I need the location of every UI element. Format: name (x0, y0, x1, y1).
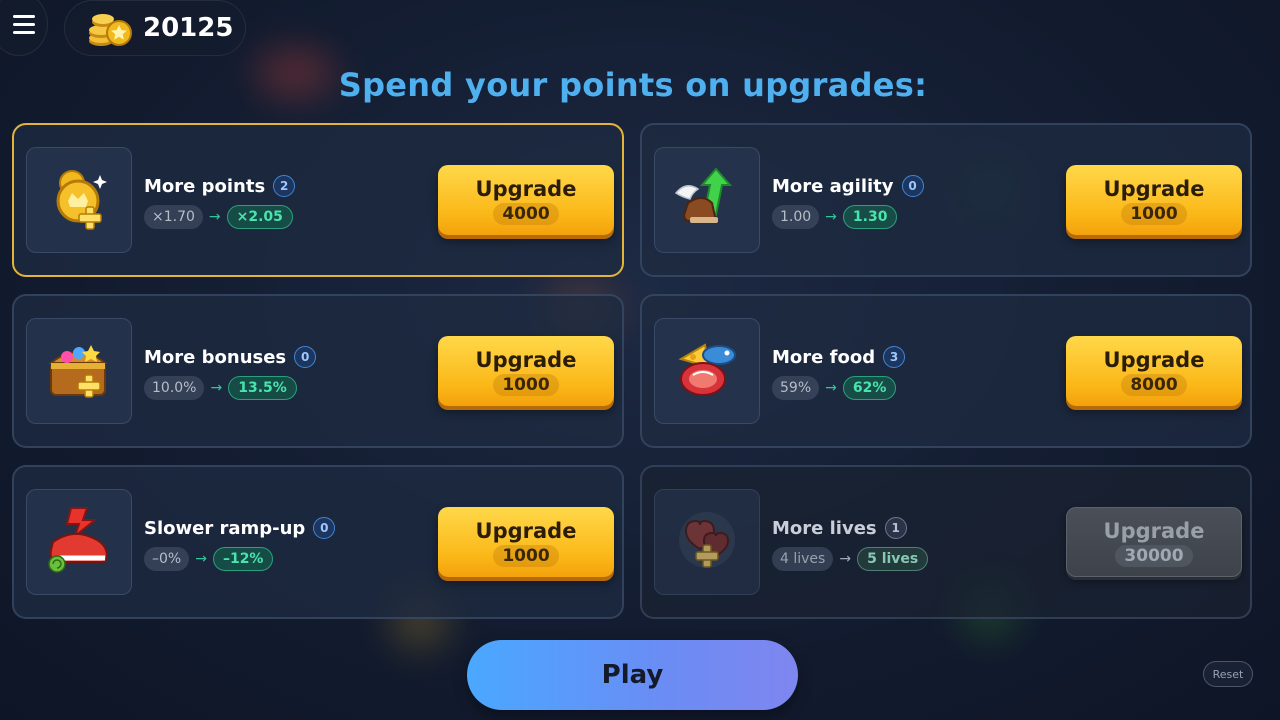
arrow-right-icon: → (208, 209, 221, 225)
upgrade-title: More bonuses (144, 346, 287, 368)
upgrade-button[interactable]: Upgrade 8000 (1066, 336, 1242, 406)
level-badge: 3 (883, 346, 906, 368)
hearts-plus-icon (672, 505, 742, 579)
level-badge: 0 (901, 175, 924, 197)
current-value: 1.00 (772, 205, 820, 229)
upgrade-card[interactable]: More lives 1 4 lives → 5 lives Upgrade 30000 (640, 465, 1252, 619)
level-badge: 2 (273, 175, 296, 197)
reset-button[interactable]: Reset (1203, 661, 1253, 687)
upgrade-label: Upgrade (1103, 176, 1205, 201)
upgrade-cost: 1000 (493, 544, 559, 567)
upgrade-label: Upgrade (475, 176, 577, 201)
upgrade-label: Upgrade (1103, 347, 1205, 372)
upgrade-button[interactable]: Upgrade 4000 (438, 165, 614, 235)
upgrade-icon-box (654, 318, 760, 424)
menu-button[interactable] (0, 0, 48, 56)
upgrade-icon-box (26, 489, 132, 595)
upgrade-title: More points (144, 175, 266, 197)
winged-boot-icon (672, 163, 742, 237)
upgrade-icon-box (654, 147, 760, 253)
current-value: 59% (772, 376, 820, 400)
next-value: ×2.05 (226, 205, 293, 229)
upgrade-cost: 1000 (1121, 202, 1187, 225)
upgrade-card[interactable]: More food 3 59% → 62% Upgrade 8000 (640, 294, 1252, 448)
hamburger-menu-icon (13, 14, 35, 34)
level-badge: 0 (313, 517, 336, 539)
upgrade-card[interactable]: More points 2 ×1.70 → ×2.05 Upgrade 4000 (12, 123, 624, 277)
arrow-right-icon: → (825, 209, 837, 225)
upgrade-icon-box (654, 489, 760, 595)
next-value: 62% (842, 376, 897, 400)
coin-count: 20125 (143, 13, 234, 43)
upgrade-title: Slower ramp-up (144, 517, 306, 539)
upgrade-title: More agility (772, 175, 894, 197)
level-badge: 0 (294, 346, 317, 368)
upgrade-label: Upgrade (475, 518, 577, 543)
next-value: 13.5% (228, 376, 297, 400)
current-value: ×1.70 (144, 205, 203, 229)
gold-coin-plus-icon (42, 161, 116, 239)
arrow-right-icon: → (210, 380, 223, 396)
upgrade-label: Upgrade (1103, 518, 1205, 543)
current-value: 4 lives (772, 547, 834, 571)
upgrade-card[interactable]: More bonuses 0 10.0% → 13.5% Upgrade 1000 (12, 294, 624, 448)
page-title: Spend your points on upgrades: (338, 66, 928, 104)
upgrade-title: More lives (772, 517, 877, 539)
upgrade-button: Upgrade 30000 (1066, 507, 1242, 577)
next-value: 5 lives (857, 547, 929, 571)
upgrade-card[interactable]: Slower ramp-up 0 –0% → –12% Upgrade 1000 (12, 465, 624, 619)
arrow-right-icon: → (825, 380, 837, 396)
red-sneaker-snail-icon (41, 502, 117, 582)
upgrade-button[interactable]: Upgrade 1000 (438, 507, 614, 577)
arrow-right-icon: → (195, 551, 207, 567)
upgrade-icon-box (26, 147, 132, 253)
gold-coins-icon (89, 14, 132, 46)
current-value: 10.0% (144, 376, 205, 400)
next-value: –12% (212, 547, 274, 571)
current-value: –0% (144, 547, 190, 571)
next-value: 1.30 (842, 205, 898, 229)
upgrade-cost: 1000 (493, 373, 559, 396)
play-label: Play (601, 660, 664, 690)
upgrade-title: More food (772, 346, 876, 368)
level-badge: 1 (884, 517, 907, 539)
treasure-chest-icon (43, 333, 115, 409)
upgrade-cost: 8000 (1121, 373, 1187, 396)
upgrade-button[interactable]: Upgrade 1000 (1066, 165, 1242, 235)
upgrade-cost: 4000 (493, 202, 559, 225)
coin-balance: 20125 (64, 0, 246, 56)
upgrade-button[interactable]: Upgrade 1000 (438, 336, 614, 406)
food-icon (671, 333, 743, 409)
upgrade-cost: 30000 (1115, 544, 1193, 567)
play-button[interactable]: Play (467, 640, 798, 710)
upgrade-icon-box (26, 318, 132, 424)
upgrade-label: Upgrade (475, 347, 577, 372)
arrow-right-icon: → (839, 551, 852, 567)
upgrade-card[interactable]: More agility 0 1.00 → 1.30 Upgrade 1000 (640, 123, 1252, 277)
